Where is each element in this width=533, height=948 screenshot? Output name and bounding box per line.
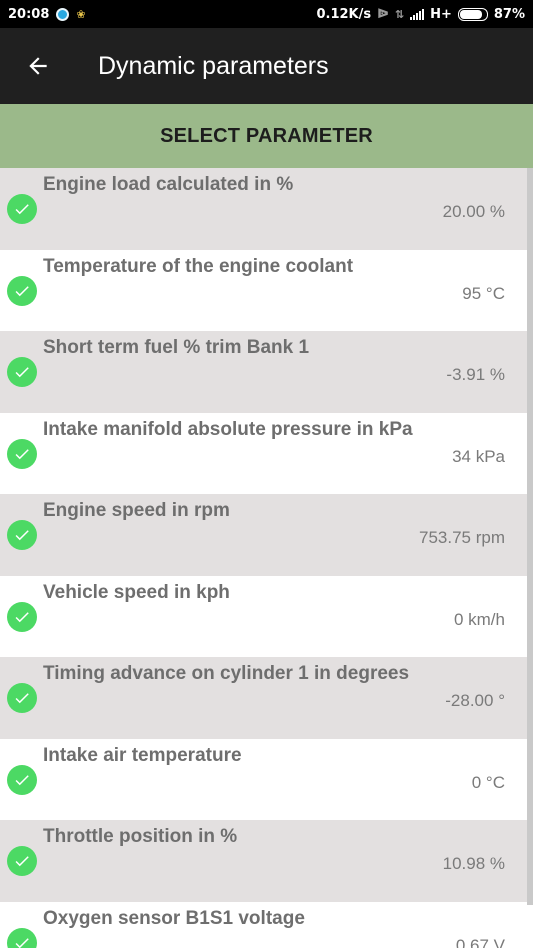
parameter-label: Vehicle speed in kph (43, 581, 230, 603)
parameter-label: Timing advance on cylinder 1 in degrees (43, 663, 410, 684)
check-icon (7, 601, 37, 632)
status-time: 20:08 (8, 6, 50, 22)
battery-icon (457, 7, 488, 21)
network-type: H+ (430, 6, 452, 22)
parameter-label: Engine load calculated in % (43, 174, 294, 195)
bird-icon: ❀ (76, 7, 86, 21)
check-icon (7, 520, 37, 550)
status-bar: 20:08 ❀ 0.12K/s ᐉ ⇅ H+ 87% (0, 0, 533, 28)
bluetooth-icon: ᐉ (377, 6, 389, 22)
status-right: 0.12K/s ᐉ ⇅ H+ 87% (316, 7, 525, 22)
select-parameter-button[interactable]: SELECT PARAMETER (0, 104, 533, 168)
parameter-label: Temperature of the engine coolant (43, 255, 354, 277)
check-icon (7, 683, 37, 713)
parameter-value: 753.75 rpm (419, 528, 505, 547)
parameter-row[interactable]: Engine load calculated in % 20.00 % (0, 168, 533, 250)
parameter-row[interactable]: Intake air temperature 0 °C (0, 738, 533, 820)
signal-icon (410, 8, 425, 20)
page-title: Dynamic parameters (98, 51, 329, 80)
check-icon (7, 846, 37, 876)
check-icon (7, 194, 37, 224)
check-icon (7, 357, 37, 387)
parameter-value: -28.00 ° (445, 691, 505, 710)
check-icon (7, 764, 37, 795)
back-button[interactable] (0, 28, 76, 104)
parameter-row[interactable]: Intake manifold absolute pressure in kPa… (0, 412, 533, 494)
network-speed: 0.12K/s (316, 6, 372, 22)
arrow-left-icon (29, 57, 47, 75)
parameter-row[interactable]: Vehicle speed in kph 0 km/h (0, 575, 533, 657)
app-bar: Dynamic parameters (0, 28, 533, 104)
parameter-value: 34 kPa (452, 446, 505, 466)
data-transfer-icon: ⇅ (394, 7, 405, 21)
battery-percent: 87% (493, 6, 525, 22)
parameter-list: Engine load calculated in % 20.00 % Temper… (0, 168, 533, 948)
parameter-label: Short term fuel % trim Bank 1 (43, 337, 310, 358)
battery-level (459, 9, 483, 19)
parameter-row[interactable]: Throttle position in % 10.98 % (0, 820, 533, 902)
parameter-label: Engine speed in rpm (43, 500, 230, 521)
parameter-value: 0 °C (471, 772, 505, 792)
parameter-value: 20.00 % (442, 202, 505, 221)
parameter-label: Oxygen sensor B1S1 voltage (43, 907, 305, 929)
scrollbar[interactable] (527, 168, 533, 905)
check-icon (7, 927, 37, 948)
parameter-label: Intake air temperature (43, 744, 242, 766)
parameter-row[interactable]: Timing advance on cylinder 1 in degrees -… (0, 657, 533, 739)
parameter-value: 95 °C (462, 283, 505, 303)
parameter-label: Throttle position in % (43, 826, 238, 847)
parameter-value: 10.98 % (442, 854, 505, 873)
parameter-value: 0.67 V (455, 935, 505, 948)
parameter-value: -3.91 % (446, 365, 505, 384)
check-icon (7, 438, 37, 469)
app-notification-icon (56, 7, 70, 21)
status-left: 20:08 ❀ (8, 7, 86, 22)
parameter-label: Intake manifold absolute pressure in kPa (43, 418, 413, 440)
check-icon (7, 275, 37, 306)
parameter-row[interactable]: Temperature of the engine coolant 95 °C (0, 249, 533, 331)
parameter-row[interactable]: Engine speed in rpm 753.75 rpm (0, 494, 533, 576)
parameter-row[interactable]: Oxygen sensor B1S1 voltage 0.67 V (0, 901, 533, 948)
parameter-value: 0 km/h (453, 609, 505, 629)
parameter-row[interactable]: Short term fuel % trim Bank 1 -3.91 % (0, 331, 533, 413)
